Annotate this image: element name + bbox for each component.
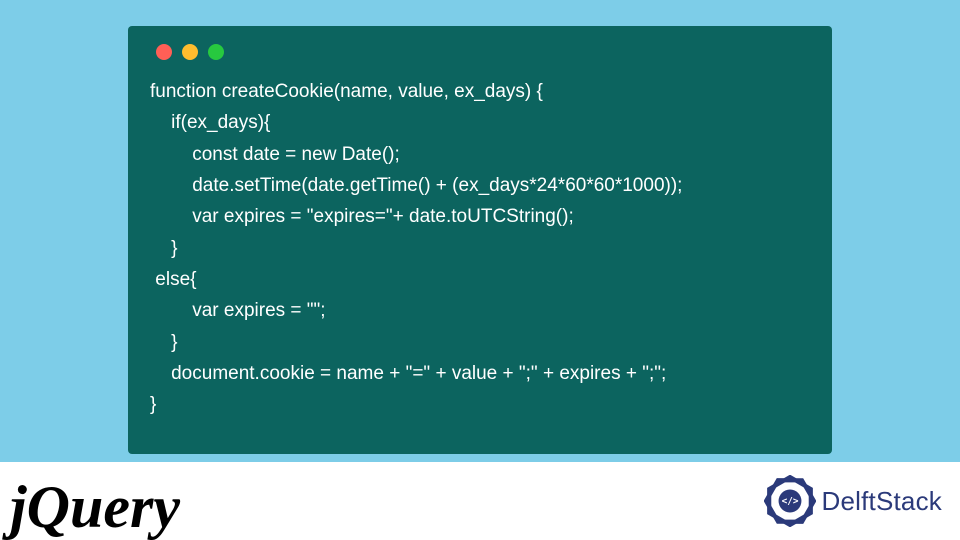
minimize-icon <box>182 44 198 60</box>
code-block: function createCookie(name, value, ex_da… <box>150 76 810 421</box>
page-canvas: function createCookie(name, value, ex_da… <box>0 0 960 540</box>
jquery-logo-text: jQuery <box>10 477 180 537</box>
delftstack-text: DelftStack <box>822 486 943 517</box>
svg-text:</>: </> <box>781 496 798 507</box>
footer-bar: jQuery </> DelftStack <box>0 462 960 540</box>
code-window: function createCookie(name, value, ex_da… <box>128 26 832 454</box>
jquery-logo: jQuery <box>10 471 180 531</box>
maximize-icon <box>208 44 224 60</box>
delftstack-logo: </> DelftStack <box>764 475 943 527</box>
delftstack-badge-icon: </> <box>764 475 816 527</box>
close-icon <box>156 44 172 60</box>
window-traffic-lights <box>150 44 810 60</box>
